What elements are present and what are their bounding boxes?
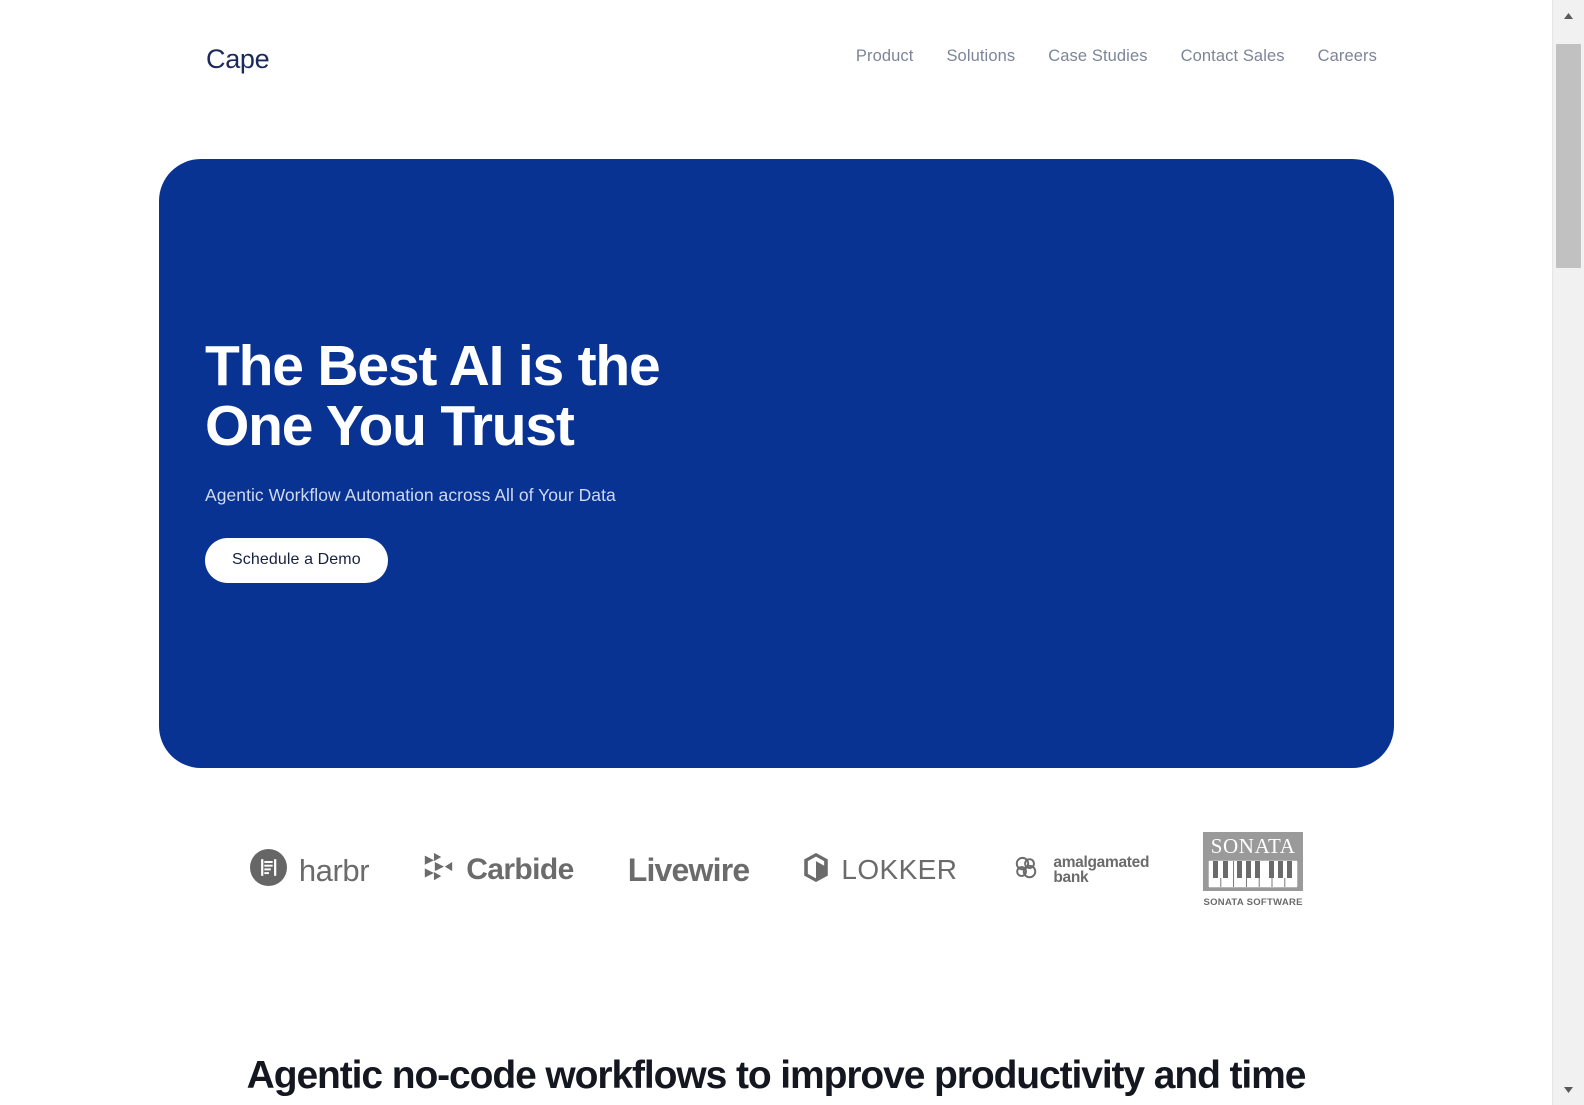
nav-link-careers[interactable]: Careers: [1318, 47, 1377, 66]
logo-livewire: Livewire: [628, 854, 750, 886]
logo-harbr-text: harbr: [298, 852, 370, 888]
amalgamated-line-2: bank: [1053, 869, 1089, 886]
logo-amalgamated-bank: amalgamated bank: [1011, 853, 1149, 888]
section-heading: Agentic no-code workflows to improve pro…: [246, 1054, 1307, 1097]
hero-subtitle: Agentic Workflow Automation across All o…: [205, 484, 616, 505]
sonata-logo-box: SONATA: [1203, 832, 1304, 891]
logo-lokker: LOKKER: [803, 853, 957, 887]
scrollbar-thumb[interactable]: [1556, 44, 1581, 268]
logo-carbide: Carbide: [423, 852, 574, 888]
main-navigation: Product Solutions Case Studies Contact S…: [856, 47, 1377, 66]
logo-livewire-text: Livewire: [627, 852, 750, 888]
customer-logo-strip: harbr Carbide Livewire LOKKER amalgamate…: [159, 820, 1394, 920]
harbr-circle-icon: [249, 849, 287, 891]
scroll-up-arrow-icon[interactable]: [1553, 0, 1584, 31]
logo-harbr: harbr: [249, 849, 370, 891]
schedule-demo-button[interactable]: Schedule a Demo: [205, 537, 388, 583]
hero-title: The Best AI is the One You Trust: [205, 334, 661, 458]
sonata-name-text: SONATA: [1210, 834, 1296, 858]
nav-link-contact-sales[interactable]: Contact Sales: [1181, 47, 1285, 66]
hero-content: The Best AI is the One You Trust Agentic…: [205, 334, 965, 583]
logo-sonata-software: SONATA SONATA SOFTWARE: [1203, 832, 1304, 908]
vertical-scrollbar[interactable]: [1552, 0, 1584, 1105]
hero-banner: The Best AI is the One You Trust Agentic…: [159, 159, 1394, 768]
sonata-caption-text: SONATA SOFTWARE: [1203, 897, 1303, 908]
site-header: Cape Product Solutions Case Studies Cont…: [0, 0, 1552, 118]
carbide-triangles-icon: [423, 852, 454, 888]
sonata-piano-keys-icon: [1208, 860, 1299, 888]
nav-link-product[interactable]: Product: [856, 47, 914, 66]
brand-logo-link[interactable]: Cape: [155, 38, 270, 80]
brand-name: Cape: [206, 43, 270, 74]
cape-radial-burst-icon: [155, 38, 197, 80]
nav-link-solutions[interactable]: Solutions: [946, 47, 1015, 66]
logo-lokker-text: LOKKER: [841, 854, 958, 885]
logo-amalgamated-bank-text: amalgamated bank: [1053, 853, 1150, 886]
lokker-hex-icon: [803, 853, 829, 887]
amalgamated-rings-icon: [1011, 853, 1041, 888]
logo-carbide-text: Carbide: [466, 853, 574, 886]
scroll-down-arrow-icon[interactable]: [1553, 1074, 1584, 1105]
amalgamated-line-1: amalgamated: [1053, 853, 1150, 871]
page-viewport: Cape Product Solutions Case Studies Cont…: [0, 0, 1552, 1105]
browser-page: Cape Product Solutions Case Studies Cont…: [0, 0, 1584, 1105]
nav-link-case-studies[interactable]: Case Studies: [1048, 47, 1147, 66]
